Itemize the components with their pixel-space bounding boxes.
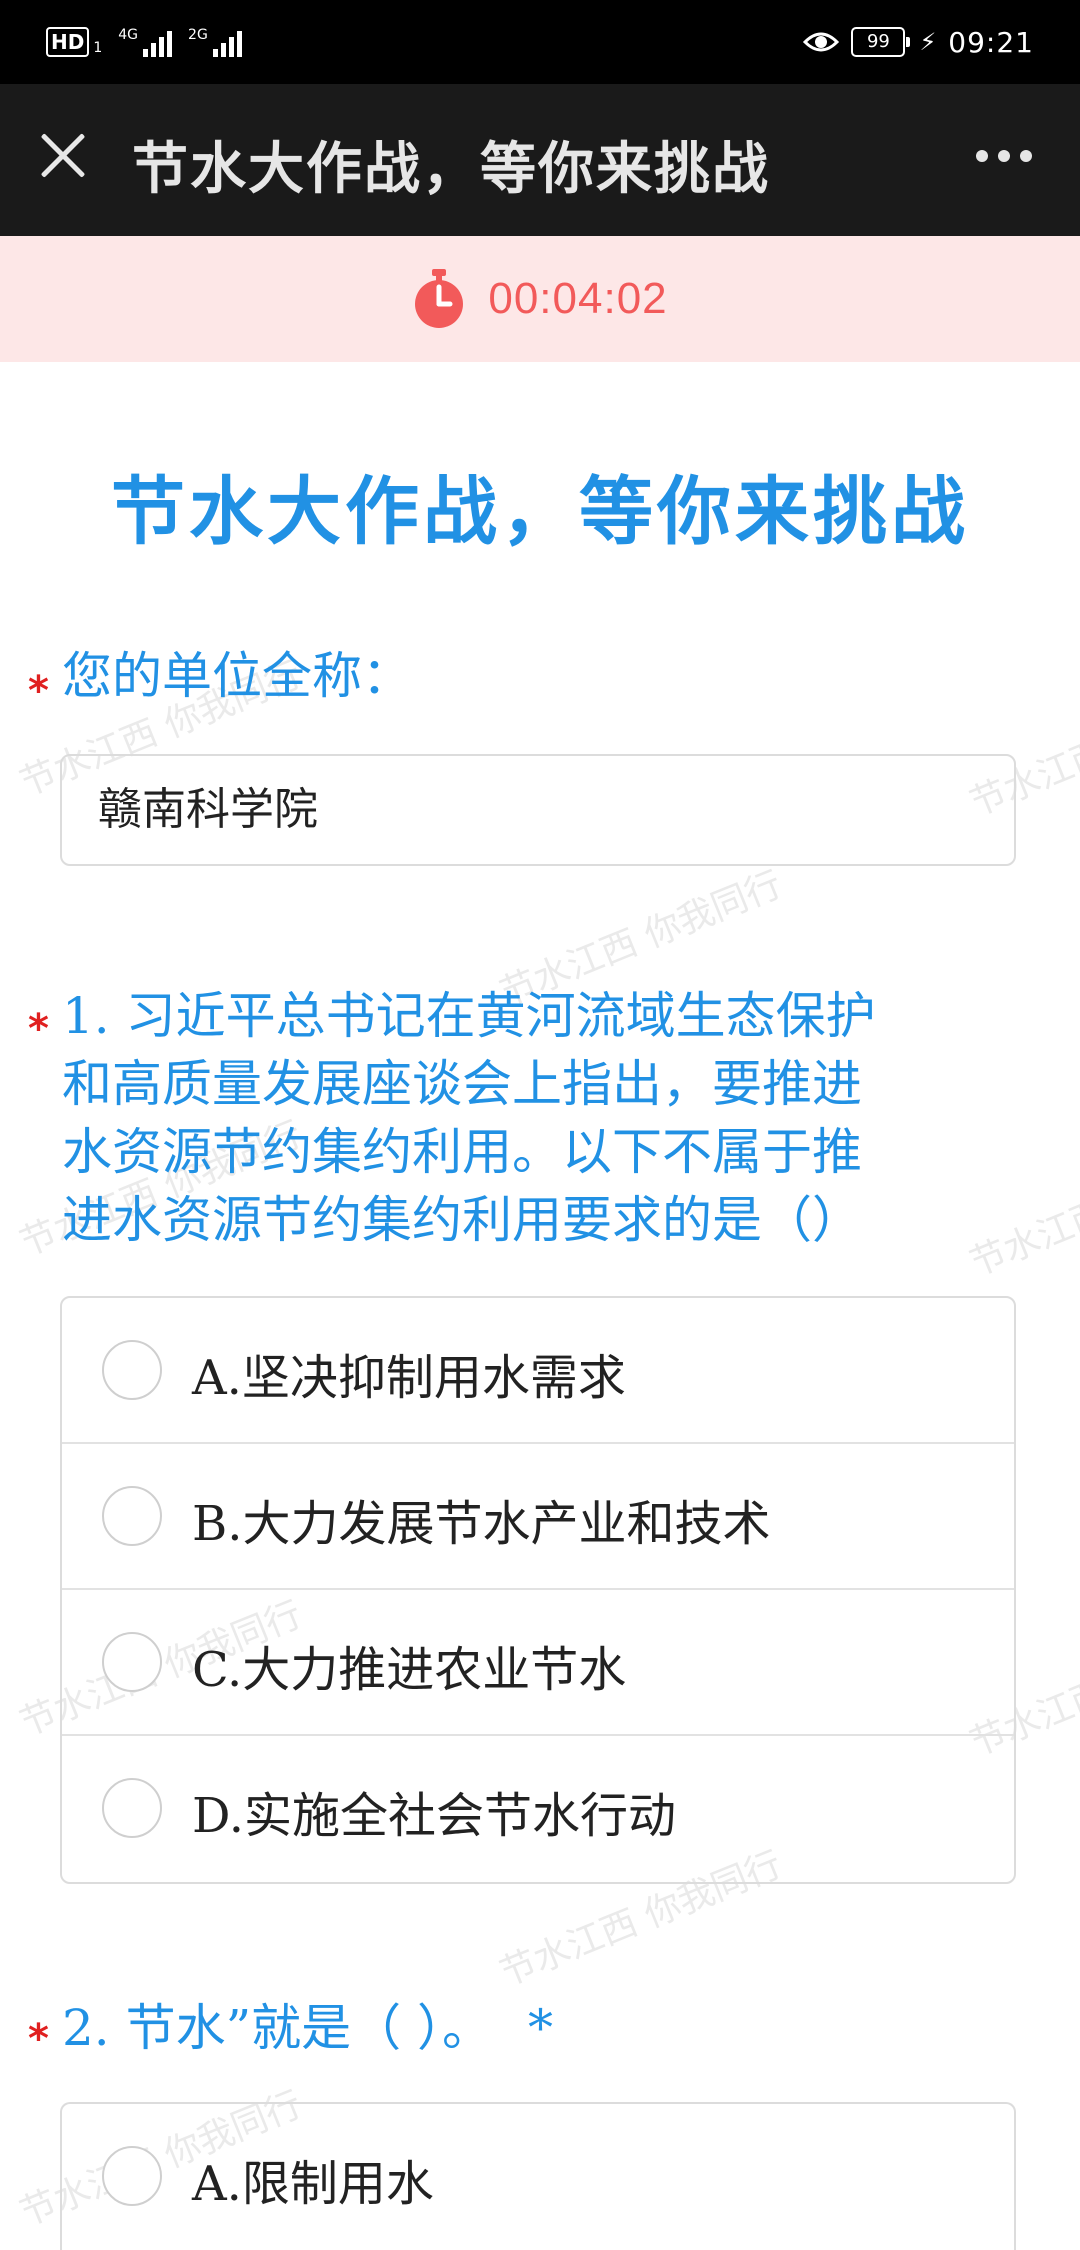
status-left: HD 1 4G 2G — [46, 24, 242, 60]
form-heading: 节水大作战，等你来挑战 — [111, 469, 969, 555]
option-label: A.限制用水 — [192, 2156, 434, 2212]
radio-button[interactable] — [102, 1778, 162, 1838]
question-2-inline-star: * — [527, 1999, 553, 2057]
battery-icon: 99 — [851, 27, 911, 57]
status-right: 99 ⚡ 09:21 — [803, 22, 1034, 62]
required-star: * — [28, 1006, 49, 1052]
stopwatch-icon — [415, 269, 464, 328]
option-item[interactable]: D.实施全社会节水行动 — [62, 1736, 1014, 1882]
question-1-line: 1. 习近平总书记在黄河流域生态保护 — [62, 987, 876, 1045]
window-title: 节水大作战，等你来挑战 — [132, 136, 770, 202]
option-label: C.大力推进农业节水 — [192, 1642, 627, 1698]
more-options-icon[interactable] — [976, 150, 1032, 162]
radio-button[interactable] — [102, 1486, 162, 1546]
title-bar: 节水大作战，等你来挑战 — [0, 84, 1080, 236]
option-item[interactable]: C.大力推进农业节水 — [62, 1590, 1014, 1736]
watermark: 节水江西 你我同行 — [964, 1134, 1080, 1285]
option-item[interactable]: A.限制用水 — [62, 2104, 1014, 2250]
radio-button[interactable] — [102, 1632, 162, 1692]
status-time: 09:21 — [948, 25, 1034, 59]
hd-icon: HD — [46, 27, 90, 57]
sim-number: 1 — [93, 40, 103, 56]
network-type-4g: 4G — [118, 27, 139, 43]
status-bar: HD 1 4G 2G 99 ⚡ 09:21 — [0, 0, 1080, 84]
close-icon[interactable] — [36, 128, 90, 182]
option-label: D.实施全社会节水行动 — [192, 1788, 677, 1844]
question-1-options: A.坚决抑制用水需求 B.大力发展节水产业和技术 C.大力推进农业节水 D.实施… — [60, 1296, 1016, 1884]
unit-name-input[interactable]: 赣南科学院 — [60, 754, 1016, 866]
question-1-label: 1. 习近平总书记在黄河流域生态保护 和高质量发展座谈会上指出，要推进 水资源节… — [62, 982, 876, 1254]
signal-4g-icon: 4G — [118, 27, 173, 57]
required-star: * — [28, 2016, 49, 2062]
option-label: B.大力发展节水产业和技术 — [192, 1496, 771, 1552]
radio-button[interactable] — [102, 1340, 162, 1400]
question-2-text: 2. 节水”就是（ ）。 — [62, 1999, 493, 2057]
required-star: * — [28, 668, 49, 714]
timer-bar: 00:04:02 — [0, 236, 1080, 362]
question-2-options: A.限制用水 — [60, 2102, 1016, 2250]
option-item[interactable]: A.坚决抑制用水需求 — [62, 1298, 1014, 1444]
timer-value: 00:04:02 — [488, 274, 668, 323]
question-1-line: 水资源节约集约利用。以下不属于推 — [62, 1123, 862, 1181]
unit-question-label: 您的单位全称： — [62, 647, 412, 705]
eye-comfort-icon — [803, 32, 840, 52]
question-1-line: 和高质量发展座谈会上指出，要推进 — [62, 1055, 862, 1113]
network-type-2g: 2G — [188, 27, 208, 43]
question-1-line: 进水资源节约集约利用要求的是（） — [62, 1191, 862, 1249]
question-2-label: 2. 节水”就是（ ）。 * — [62, 1994, 553, 2062]
option-label: A.坚决抑制用水需求 — [192, 1350, 626, 1406]
option-item[interactable]: B.大力发展节水产业和技术 — [62, 1444, 1014, 1590]
charging-icon: ⚡ — [919, 28, 937, 56]
signal-2g-icon: 2G — [188, 27, 242, 57]
radio-button[interactable] — [102, 2146, 162, 2206]
